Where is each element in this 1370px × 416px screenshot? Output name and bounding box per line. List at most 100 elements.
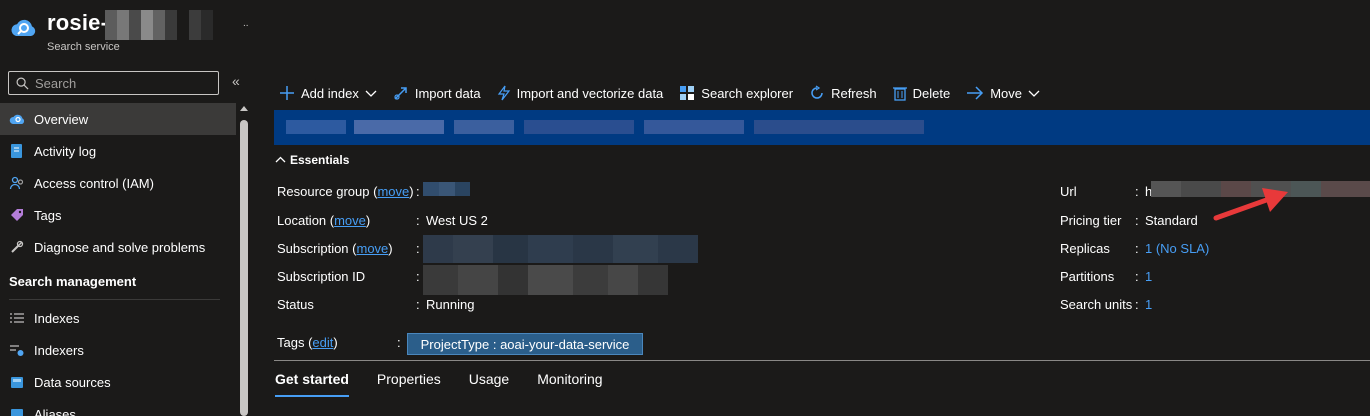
subscription-id-redacted	[423, 265, 668, 295]
label-text: Tags (	[277, 335, 313, 350]
tab-properties[interactable]: Properties	[377, 371, 441, 399]
resource-type: Search service	[47, 41, 120, 53]
sidebar-item-indexes[interactable]: Indexes	[0, 302, 236, 334]
label-text: )	[388, 241, 393, 256]
search-units-link[interactable]: 1	[1145, 297, 1152, 312]
sidebar-item-diagnose[interactable]: Diagnose and solve problems	[0, 231, 236, 263]
essentials-toggle[interactable]: Essentials	[275, 153, 349, 167]
label-text: Location (	[277, 213, 335, 228]
subscription-value-redacted	[423, 235, 698, 263]
refresh-icon	[811, 85, 823, 99]
redacted-block	[454, 120, 514, 134]
activity-log-icon	[9, 143, 25, 159]
sidebar-item-access-control[interactable]: Access control (IAM)	[0, 167, 236, 199]
people-icon	[9, 175, 25, 191]
sidebar-item-overview[interactable]: Overview	[0, 103, 236, 135]
left-pane: rosie- .. Search service « Overview Acti…	[0, 0, 249, 416]
sidebar-search[interactable]	[8, 71, 219, 95]
url-label: Url	[1060, 184, 1077, 199]
more-options[interactable]: ..	[243, 18, 249, 29]
move-label: Move	[990, 85, 1022, 101]
tab-monitoring[interactable]: Monitoring	[537, 371, 602, 399]
redacted-block	[286, 120, 346, 134]
label-text: )	[365, 213, 371, 228]
delete-button[interactable]: Delete	[892, 85, 950, 101]
status-value: Running	[426, 297, 475, 312]
sidebar-item-label: Overview	[34, 111, 89, 127]
command-bar: Add index Import data Import and vectori…	[279, 82, 1056, 104]
chevron-up-icon	[275, 156, 286, 163]
partitions-link[interactable]: 1	[1145, 269, 1152, 284]
sidebar-item-label: Aliases	[34, 406, 76, 416]
tags-edit-link[interactable]: edit	[312, 335, 333, 350]
wrench-icon	[9, 239, 25, 255]
sidebar-item-tags[interactable]: Tags	[0, 199, 236, 231]
partitions-value: 1	[1145, 269, 1152, 284]
subscription-move-link[interactable]: move	[356, 241, 388, 256]
main-content: Add index Import data Import and vectori…	[253, 0, 1370, 416]
separator: :	[1135, 184, 1139, 199]
lightning-icon	[497, 85, 510, 101]
subscription-label: Subscription (move)	[277, 241, 393, 256]
chevron-down-icon	[1028, 90, 1040, 97]
indexer-icon	[9, 342, 25, 358]
label-text: )	[333, 335, 338, 350]
import-data-button[interactable]: Import data	[393, 85, 481, 101]
subscription-id-label: Subscription ID	[277, 269, 366, 284]
sidebar-item-data-sources[interactable]: Data sources	[0, 366, 236, 398]
move-button[interactable]: Move	[966, 86, 1040, 101]
chevron-down-icon	[365, 90, 377, 97]
refresh-label: Refresh	[831, 85, 877, 101]
tag-icon	[9, 207, 25, 223]
redacted-block	[644, 120, 744, 134]
separator: :	[416, 297, 420, 312]
search-input[interactable]	[35, 75, 205, 91]
separator: :	[397, 335, 401, 350]
sidebar-item-activity-log[interactable]: Activity log	[0, 135, 236, 167]
separator: :	[416, 213, 420, 228]
search-explorer-button[interactable]: Search explorer	[679, 85, 793, 101]
redacted-block	[754, 120, 924, 134]
scroll-up-arrow[interactable]	[240, 106, 248, 111]
separator: :	[1135, 269, 1139, 284]
plus-icon	[280, 86, 294, 100]
sidebar-item-label: Data sources	[34, 374, 111, 390]
search-explorer-icon	[680, 86, 695, 100]
import-data-icon	[394, 87, 407, 100]
trash-icon	[892, 87, 907, 101]
sidebar-item-label: Tags	[34, 207, 62, 223]
list-icon	[9, 310, 25, 326]
essentials-title: Essentials	[290, 153, 350, 167]
import-vectorize-button[interactable]: Import and vectorize data	[497, 85, 663, 101]
status-label: Status	[277, 297, 314, 312]
replicas-label: Replicas	[1060, 241, 1110, 256]
location-value: West US 2	[426, 213, 488, 228]
location-move-link[interactable]: move	[334, 213, 366, 228]
sidebar-item-label: Indexes	[34, 310, 80, 326]
add-index-button[interactable]: Add index	[279, 85, 377, 101]
redacted-block	[354, 120, 444, 134]
collapse-sidebar-button[interactable]: «	[232, 73, 240, 89]
tabs-divider	[274, 360, 1370, 361]
refresh-button[interactable]: Refresh	[809, 85, 877, 101]
label-text: Resource group (	[277, 184, 378, 199]
separator: :	[416, 241, 420, 256]
alias-icon	[9, 406, 25, 416]
sidebar-item-aliases[interactable]: Aliases	[0, 398, 236, 416]
sidebar-divider	[9, 299, 220, 300]
tab-get-started[interactable]: Get started	[275, 371, 349, 399]
sidebar-section-search-management: Search management	[9, 273, 137, 289]
pricing-tier-label: Pricing tier	[1060, 213, 1122, 228]
tab-usage[interactable]: Usage	[469, 371, 509, 399]
sidebar-item-label: Access control (IAM)	[34, 175, 154, 191]
location-label: Location (move)	[277, 213, 370, 228]
pricing-tier-value: Standard	[1145, 213, 1198, 228]
sidebar-item-indexers[interactable]: Indexers	[0, 334, 236, 366]
import-data-label: Import data	[414, 85, 481, 101]
tag-chip[interactable]: ProjectType : aoai-your-data-service	[407, 333, 643, 355]
sidebar-scrollbar-thumb[interactable]	[240, 120, 248, 416]
resource-group-move-link[interactable]: move	[377, 184, 409, 199]
arrow-right-icon	[967, 86, 984, 100]
replicas-link[interactable]: 1 (No SLA)	[1145, 241, 1209, 256]
cloud-search-icon	[9, 111, 25, 127]
